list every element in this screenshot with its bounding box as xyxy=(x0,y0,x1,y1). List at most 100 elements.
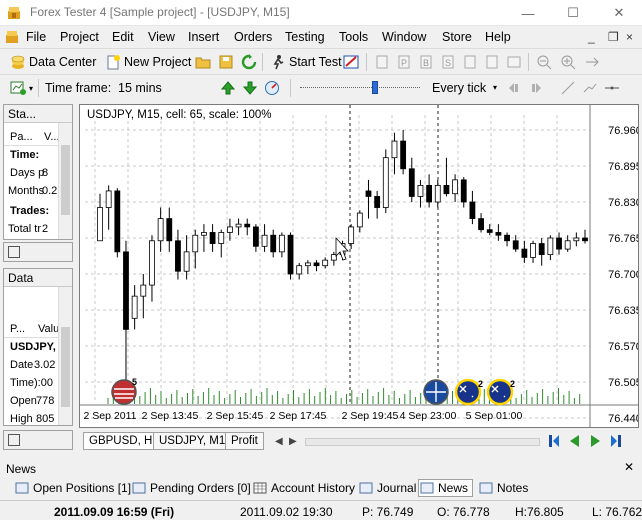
m-button[interactable] xyxy=(462,54,481,70)
australia-flag-icon[interactable] xyxy=(486,378,514,406)
hline-button[interactable] xyxy=(604,80,623,96)
step-forward-button[interactable] xyxy=(528,80,547,96)
tab-scroll-right-icon[interactable]: ▶ xyxy=(289,436,297,447)
tab-open-positions-label: Open Positions [1] xyxy=(33,481,132,495)
data-panel-tabs[interactable] xyxy=(3,430,73,450)
stats-row-days-value: 8 xyxy=(42,167,49,179)
stats-panel-tabs[interactable] xyxy=(3,242,73,262)
menu-orders[interactable]: Orders xyxy=(234,30,272,44)
menu-help[interactable]: Help xyxy=(485,30,511,44)
menu-view[interactable]: View xyxy=(148,30,175,44)
b-button[interactable]: B xyxy=(418,54,437,70)
time-tick-label: 4 Sep 23:00 xyxy=(400,410,457,422)
new-chart-button[interactable]: ▾ xyxy=(10,80,33,96)
trend-button[interactable] xyxy=(582,80,601,96)
step-dropdown-icon[interactable]: ▾ xyxy=(493,83,497,92)
globe-icon[interactable] xyxy=(423,379,449,405)
price-tick-label: 76.635 xyxy=(608,305,638,317)
stats-row-months-value: 0.2 xyxy=(42,185,58,197)
timeframe-up-button[interactable] xyxy=(220,80,239,96)
arrow-down-icon xyxy=(242,80,258,96)
data-col-param[interactable]: P... xyxy=(10,323,25,335)
menu-store[interactable]: Store xyxy=(442,30,472,44)
mdi-minimize-button[interactable]: _ xyxy=(588,30,595,44)
tab-open-positions[interactable]: Open Positions [1] xyxy=(14,479,131,497)
step-back-button[interactable] xyxy=(506,80,525,96)
paper-button[interactable] xyxy=(374,54,393,70)
mdi-restore-button[interactable]: ❐ xyxy=(608,30,619,44)
candle-body xyxy=(434,184,441,203)
mdi-close-button[interactable]: × xyxy=(626,30,633,44)
data-center-button[interactable]: Data Center xyxy=(10,54,96,70)
strategy-button[interactable] xyxy=(343,54,362,70)
menu-testing[interactable]: Testing xyxy=(285,30,325,44)
candle-body xyxy=(400,140,407,170)
stats-col-param[interactable]: Pa... xyxy=(10,131,33,143)
zoom-out-button[interactable] xyxy=(536,54,555,70)
close-button[interactable]: ✕ xyxy=(596,0,642,26)
chart-nav-first-icon[interactable] xyxy=(547,433,563,452)
mdi-doc-icon[interactable] xyxy=(4,29,20,45)
scroll-button[interactable] xyxy=(584,54,603,70)
maximize-button[interactable]: ☐ xyxy=(550,0,596,26)
chart-hscroll[interactable] xyxy=(305,438,540,446)
step-mode-select[interactable]: Every tick xyxy=(432,81,486,95)
save-project-button[interactable] xyxy=(218,54,237,70)
tab-scroll-left-icon[interactable]: ◀ xyxy=(275,436,283,447)
menu-tools[interactable]: Tools xyxy=(339,30,368,44)
tab-journal[interactable]: Journal xyxy=(358,479,416,497)
arrow-up-icon xyxy=(220,80,236,96)
price-tick-label: 76.765 xyxy=(608,233,638,245)
minimize-button[interactable]: — xyxy=(505,0,551,26)
news-panel-header: News ✕ xyxy=(0,458,642,478)
chart-nav-last-icon[interactable] xyxy=(607,433,623,452)
timeframe-down-button[interactable] xyxy=(242,80,261,96)
zoom-in-button[interactable] xyxy=(560,54,579,70)
chart-tab-profit[interactable]: Profit xyxy=(225,432,264,450)
candle-body xyxy=(287,234,294,275)
menu-window[interactable]: Window xyxy=(382,30,426,44)
tag-button[interactable] xyxy=(506,54,525,70)
p-button[interactable]: P xyxy=(396,54,415,70)
data-center-label: Data Center xyxy=(29,55,97,69)
tab-pending-orders[interactable]: Pending Orders [0] xyxy=(131,479,251,497)
open-folder-button[interactable] xyxy=(195,54,214,70)
tab-news[interactable]: News xyxy=(418,479,474,497)
time-tick-label: 2 Sep 13:45 xyxy=(142,410,199,422)
australia-flag-icon[interactable] xyxy=(454,378,482,406)
status-current-time: 2011.09.09 16:59 (Fri) xyxy=(54,505,175,519)
menu-file[interactable]: File xyxy=(26,30,46,44)
speed-slider[interactable] xyxy=(300,81,420,94)
journal-icon xyxy=(358,480,374,496)
start-test-button[interactable]: Start Test xyxy=(270,54,342,70)
chart-nav-prev-icon[interactable] xyxy=(567,433,583,452)
speed-slider-thumb[interactable] xyxy=(372,81,378,94)
new-project-button[interactable]: New Project xyxy=(105,54,191,70)
stats-scrollbar[interactable] xyxy=(58,123,72,239)
candle-body xyxy=(296,265,303,275)
menu-project[interactable]: Project xyxy=(60,30,99,44)
tab-notes[interactable]: Notes xyxy=(478,479,528,497)
price-chart[interactable]: 76.960 76.895 76.830 76.765 76.700 76.635 76.5… xyxy=(79,104,639,428)
chart-canvas[interactable]: 76.960 76.895 76.830 76.765 76.700 76.635 76.5… xyxy=(80,105,638,427)
news-badge-count: 2 xyxy=(478,379,484,389)
stats-scroll-thumb[interactable] xyxy=(61,145,70,215)
restart-button[interactable] xyxy=(241,54,260,70)
candle-body xyxy=(201,232,207,236)
s-button[interactable]: S xyxy=(440,54,459,70)
menu-insert[interactable]: Insert xyxy=(188,30,219,44)
timeframe-select[interactable]: 15 mins xyxy=(118,81,162,95)
data-scroll-thumb[interactable] xyxy=(61,327,70,407)
candle-body xyxy=(469,201,476,220)
new-document-icon xyxy=(105,54,121,70)
stats-row-total-value: 2 xyxy=(42,223,49,235)
news-close-icon[interactable]: ✕ xyxy=(624,460,634,474)
speed-button[interactable] xyxy=(264,80,283,96)
line-button[interactable] xyxy=(560,80,579,96)
data-scrollbar[interactable] xyxy=(58,287,72,425)
app-logo-icon xyxy=(6,5,22,21)
chart-nav-next-icon[interactable] xyxy=(587,433,603,452)
page-button[interactable] xyxy=(484,54,503,70)
menu-edit[interactable]: Edit xyxy=(112,30,134,44)
tab-account-history[interactable]: Account History xyxy=(252,479,355,497)
